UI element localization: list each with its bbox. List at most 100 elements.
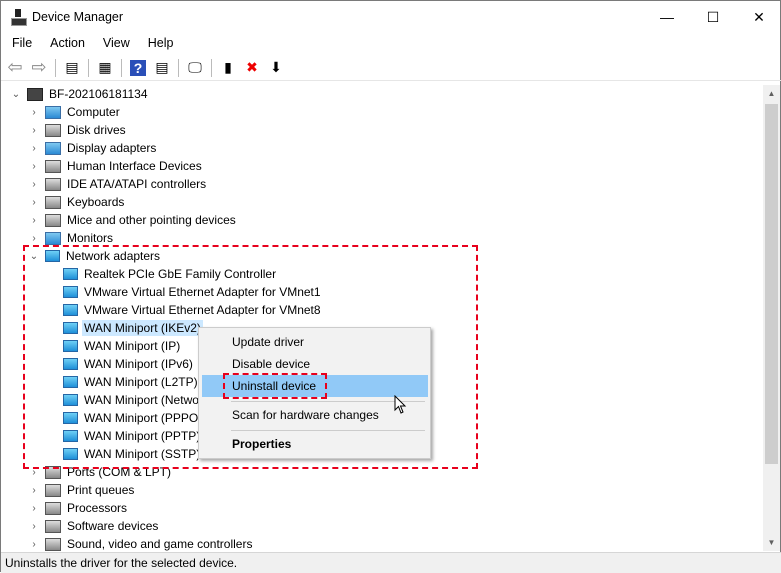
device-category-icon bbox=[45, 105, 61, 119]
chevron-right-icon[interactable]: › bbox=[28, 143, 40, 154]
menu-item-update-driver[interactable]: Update driver bbox=[202, 331, 428, 353]
tree-item-network-adapter[interactable]: Realtek PCIe GbE Family Controller bbox=[46, 265, 278, 283]
tree-item-label: VMware Virtual Ethernet Adapter for VMne… bbox=[84, 285, 321, 299]
tree-item-label: WAN Miniport (PPPOE) bbox=[84, 411, 211, 425]
chevron-right-icon[interactable]: › bbox=[28, 125, 40, 136]
tree-item-network-adapter[interactable]: WAN Miniport (IKEv2) bbox=[46, 319, 203, 337]
chevron-right-icon[interactable]: › bbox=[28, 503, 40, 514]
forward-button[interactable]: ⇨ bbox=[29, 57, 49, 78]
chevron-right-icon[interactable]: › bbox=[28, 161, 40, 172]
device-category-icon bbox=[45, 465, 61, 479]
toolbar-separator bbox=[55, 58, 56, 77]
tree-item-label: Display adapters bbox=[67, 141, 157, 155]
chevron-right-icon[interactable]: › bbox=[28, 233, 40, 244]
tree-item-label: WAN Miniport (IP) bbox=[84, 339, 181, 353]
device-category-icon bbox=[45, 123, 61, 137]
tree-item-network-adapter[interactable]: WAN Miniport (IP) bbox=[46, 337, 182, 355]
properties-icon: ▦ bbox=[98, 59, 112, 75]
menu-action[interactable]: Action bbox=[39, 36, 92, 50]
device-category-icon bbox=[45, 195, 61, 209]
uninstall-button[interactable]: ✖ bbox=[242, 58, 262, 78]
properties-button[interactable]: ▦ bbox=[95, 58, 115, 78]
tree-item-network-adapter[interactable]: WAN Miniport (IPv6) bbox=[46, 355, 195, 373]
chevron-right-icon[interactable]: › bbox=[28, 467, 40, 478]
back-icon: ⇦ bbox=[7, 57, 23, 77]
scroll-down-icon[interactable]: ▼ bbox=[763, 534, 780, 551]
chevron-right-icon[interactable]: › bbox=[28, 539, 40, 550]
tree-item-label: Human Interface Devices bbox=[67, 159, 202, 173]
chevron-right-icon[interactable]: › bbox=[28, 179, 40, 190]
menu-bar: File Action View Help bbox=[1, 33, 181, 53]
scan-hardware-button[interactable]: 🖵 bbox=[185, 58, 205, 78]
chevron-down-icon[interactable]: ⌄ bbox=[10, 89, 22, 100]
tree-category[interactable]: › Computer bbox=[28, 103, 122, 121]
tree-category[interactable]: › Keyboards bbox=[28, 193, 126, 211]
tree-item-network-adapter[interactable]: VMware Virtual Ethernet Adapter for VMne… bbox=[46, 283, 323, 301]
tree-category[interactable]: › Software devices bbox=[28, 517, 160, 535]
back-button[interactable]: ⇦ bbox=[5, 57, 25, 78]
window-title: Device Manager bbox=[32, 10, 124, 24]
network-adapter-icon bbox=[63, 412, 78, 424]
chevron-right-icon[interactable]: › bbox=[28, 521, 40, 532]
tree-item-label: Keyboards bbox=[67, 195, 125, 209]
scroll-thumb[interactable] bbox=[765, 104, 778, 464]
device-category-icon bbox=[45, 141, 61, 155]
tree-category[interactable]: › Display adapters bbox=[28, 139, 158, 157]
tree-item-network-adapter[interactable]: WAN Miniport (L2TP) bbox=[46, 373, 200, 391]
toolbar-separator bbox=[121, 58, 122, 77]
download-icon: ⬇ bbox=[270, 59, 282, 75]
tree-item-label: Monitors bbox=[67, 231, 114, 245]
update-driver-button[interactable]: ▮ bbox=[218, 58, 238, 78]
menu-file[interactable]: File bbox=[1, 36, 39, 50]
close-button[interactable]: ✕ bbox=[736, 1, 781, 33]
tree-item-network-adapter[interactable]: WAN Miniport (PPTP) bbox=[46, 427, 202, 445]
tree-category[interactable]: › Processors bbox=[28, 499, 129, 517]
network-adapter-icon bbox=[63, 322, 78, 334]
tree-category[interactable]: › Human Interface Devices bbox=[28, 157, 204, 175]
tree-item-network-adapter[interactable]: WAN Miniport (PPPOE) bbox=[46, 409, 212, 427]
device-category-icon bbox=[45, 177, 61, 191]
scroll-up-icon[interactable]: ▲ bbox=[763, 85, 780, 102]
tree-item-label: Software devices bbox=[67, 519, 159, 533]
network-adapter-icon bbox=[63, 394, 78, 406]
device-category-icon bbox=[45, 519, 61, 533]
network-adapter-icon bbox=[63, 448, 78, 460]
chevron-right-icon[interactable]: › bbox=[28, 485, 40, 496]
chevron-right-icon[interactable]: › bbox=[28, 215, 40, 226]
vertical-scrollbar[interactable]: ▲ ▼ bbox=[763, 85, 780, 551]
menu-item-properties[interactable]: Properties bbox=[202, 433, 428, 455]
tree-category[interactable]: › IDE ATA/ATAPI controllers bbox=[28, 175, 208, 193]
status-bar: Uninstalls the driver for the selected d… bbox=[1, 552, 781, 573]
tree-item-network-adapter[interactable]: VMware Virtual Ethernet Adapter for VMne… bbox=[46, 301, 323, 319]
help-button[interactable]: ? bbox=[128, 58, 148, 78]
tree-item-network-adapter[interactable]: WAN Miniport (SSTP) bbox=[46, 445, 202, 463]
help-icon: ? bbox=[129, 59, 147, 76]
chevron-down-icon[interactable]: ⌄ bbox=[28, 251, 40, 262]
menu-item-disable-device[interactable]: Disable device bbox=[202, 353, 428, 375]
menu-view[interactable]: View bbox=[92, 36, 137, 50]
show-hide-console-tree-icon: ▤ bbox=[65, 59, 79, 75]
action-pane-button[interactable]: ▤ bbox=[152, 58, 172, 78]
tree-category[interactable]: › Sound, video and game controllers bbox=[28, 535, 254, 551]
tree-item-label: Sound, video and game controllers bbox=[67, 537, 253, 551]
tree-category[interactable]: › Disk drives bbox=[28, 121, 128, 139]
minimize-button[interactable]: — bbox=[644, 1, 690, 33]
tree-category[interactable]: › Mice and other pointing devices bbox=[28, 211, 238, 229]
network-adapter-icon bbox=[63, 340, 78, 352]
tree-item-label: Disk drives bbox=[67, 123, 126, 137]
chevron-right-icon[interactable]: › bbox=[28, 107, 40, 118]
tree-root[interactable]: ⌄ BF-202106181134 bbox=[10, 85, 150, 103]
chevron-right-icon[interactable]: › bbox=[28, 197, 40, 208]
tree-item-label: Realtek PCIe GbE Family Controller bbox=[84, 267, 277, 281]
maximize-button[interactable]: ☐ bbox=[690, 1, 736, 33]
tree-category[interactable]: › Print queues bbox=[28, 481, 136, 499]
tree-item-label: WAN Miniport (L2TP) bbox=[84, 375, 198, 389]
menu-help[interactable]: Help bbox=[137, 36, 181, 50]
tree-category[interactable]: › Ports (COM & LPT) bbox=[28, 463, 173, 481]
tree-category[interactable]: › Monitors bbox=[28, 229, 115, 247]
show-hide-console-tree-button[interactable]: ▤ bbox=[62, 58, 82, 78]
tree-category-network-adapters[interactable]: ⌄ Network adapters bbox=[28, 247, 162, 265]
network-adapter-icon bbox=[63, 376, 78, 388]
device-manager-icon bbox=[11, 9, 27, 26]
download-button[interactable]: ⬇ bbox=[266, 58, 286, 78]
